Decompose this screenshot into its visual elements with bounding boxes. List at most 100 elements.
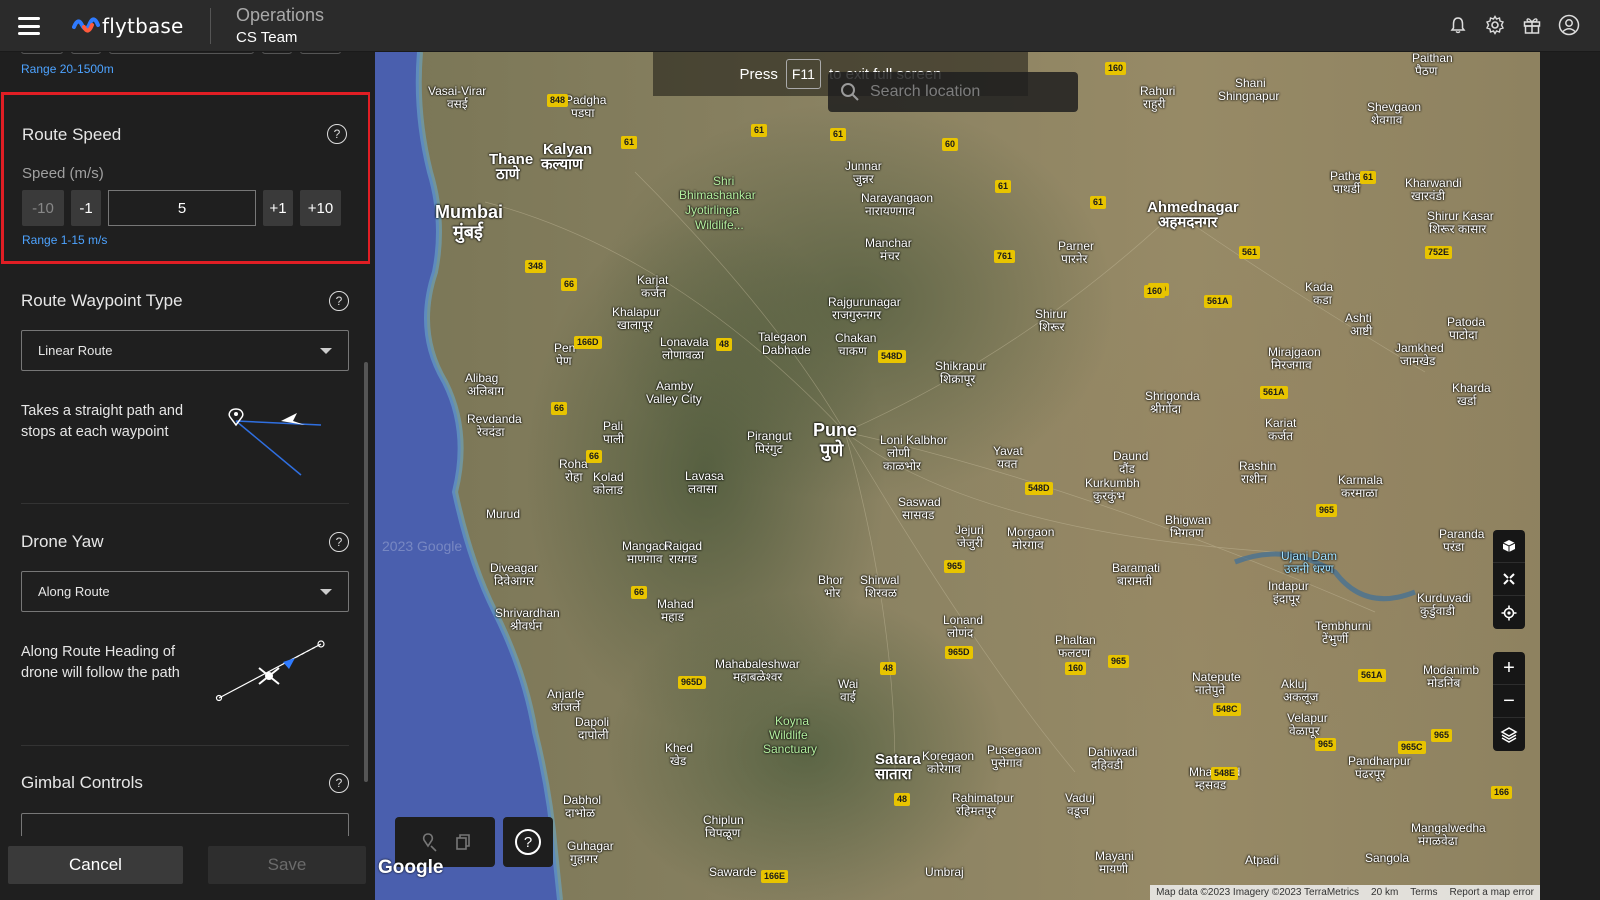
highway-shield: 48 bbox=[716, 338, 733, 351]
map-scale[interactable]: 20 km bbox=[1371, 887, 1398, 898]
team-name[interactable]: CS Team bbox=[236, 29, 297, 46]
zoom-in-button[interactable]: + bbox=[1493, 652, 1525, 685]
gimbal-controls-section: Gimbal Controls ? bbox=[21, 770, 349, 843]
map-label: Jyotirlinga bbox=[685, 203, 740, 217]
map-label: परंडा bbox=[1443, 540, 1465, 554]
highway-shield: 965 bbox=[1316, 504, 1338, 517]
map-label: शेवगाव bbox=[1371, 113, 1403, 127]
copy-icon[interactable] bbox=[455, 833, 471, 851]
altitude-range-text: Range 20-1500m bbox=[21, 62, 114, 76]
layers-icon[interactable] bbox=[1493, 718, 1525, 751]
drone-yaw-help-icon[interactable]: ? bbox=[329, 532, 349, 552]
fit-bounds-icon[interactable] bbox=[1493, 563, 1525, 596]
fullscreen-press-text: Press bbox=[739, 65, 778, 83]
map-label: वसई bbox=[447, 97, 468, 111]
gift-icon[interactable] bbox=[1521, 14, 1543, 36]
map-help-button[interactable]: ? bbox=[503, 817, 553, 867]
highway-shield: 61 bbox=[1090, 196, 1107, 209]
speed-input[interactable]: 5 bbox=[108, 190, 256, 226]
map-label: Umbraj bbox=[925, 865, 964, 879]
map-label: Pune bbox=[813, 420, 858, 440]
highway-shield: 561A bbox=[1358, 669, 1386, 682]
gear-icon[interactable] bbox=[1484, 14, 1506, 36]
speed-minus10-button[interactable]: -10 bbox=[22, 190, 64, 226]
map-label: कल्याण bbox=[541, 156, 583, 173]
map-label: चिपळूण bbox=[705, 826, 741, 840]
speed-plus1-button[interactable]: +1 bbox=[263, 190, 293, 226]
map-label: Atpadi bbox=[1245, 853, 1280, 867]
section-divider bbox=[21, 503, 349, 504]
highway-shield: 66 bbox=[551, 402, 568, 415]
map-label: सासवड bbox=[902, 508, 935, 522]
highway-shield: 160 bbox=[1144, 285, 1166, 298]
map-label: गुहागर bbox=[570, 852, 598, 866]
map-label: चाकण bbox=[838, 344, 867, 358]
map-label: अलिबाग bbox=[467, 384, 505, 398]
waypoint-type-select[interactable]: Linear Route bbox=[21, 330, 349, 371]
highway-shield: 965D bbox=[945, 646, 973, 659]
linear-route-illustration bbox=[228, 408, 322, 476]
drone-yaw-section: Drone Yaw ? Along Route Along Route Head… bbox=[21, 529, 349, 752]
drone-yaw-select[interactable]: Along Route bbox=[21, 571, 349, 612]
map-label: कर्जत bbox=[641, 286, 666, 300]
highway-shield: 752E bbox=[1425, 246, 1453, 259]
map-label: कोलाड bbox=[593, 483, 623, 497]
bell-icon[interactable] bbox=[1447, 14, 1469, 36]
map-label: पाटोदा bbox=[1449, 328, 1478, 342]
zoom-out-button[interactable]: − bbox=[1493, 685, 1525, 718]
waypoint-type-section: Route Waypoint Type ? Linear Route Takes… bbox=[21, 288, 349, 511]
report-map-error-link[interactable]: Report a map error bbox=[1450, 887, 1534, 898]
map-label: लोणावळा bbox=[662, 348, 704, 362]
map-label: शिरूर कासार bbox=[1429, 222, 1487, 236]
map-label: Sangola bbox=[1365, 851, 1410, 865]
map-label: राशीन bbox=[1241, 472, 1267, 486]
map-label: पिरंगुट bbox=[755, 442, 783, 456]
map-label: Sawarde bbox=[709, 865, 757, 879]
highway-shield: 965 bbox=[944, 560, 966, 573]
gimbal-controls-help-icon[interactable]: ? bbox=[329, 773, 349, 793]
add-waypoint-icon[interactable] bbox=[420, 832, 438, 852]
map-label: रेवदंडा bbox=[477, 425, 505, 439]
drone-yaw-selected: Along Route bbox=[38, 584, 110, 599]
highway-shield: 561A bbox=[1260, 386, 1288, 399]
3d-view-icon[interactable] bbox=[1493, 530, 1525, 563]
highway-shield: 761 bbox=[994, 250, 1016, 263]
route-speed-help-icon[interactable]: ? bbox=[327, 124, 347, 144]
map-label: मोडनिंब bbox=[1427, 676, 1461, 690]
waypoint-type-help-icon[interactable]: ? bbox=[329, 291, 349, 311]
search-icon bbox=[841, 83, 859, 101]
cancel-button[interactable]: Cancel bbox=[8, 846, 183, 884]
highway-shield: 561 bbox=[1239, 246, 1261, 259]
map-label: वडूज bbox=[1067, 804, 1089, 818]
menu-icon[interactable] bbox=[18, 17, 40, 35]
map-label: श्रीगोंदा bbox=[1150, 402, 1181, 416]
highway-shield: 160 bbox=[1065, 662, 1087, 675]
save-button[interactable]: Save bbox=[208, 846, 366, 884]
waypoint-type-title: Route Waypoint Type bbox=[21, 291, 183, 310]
map-label: कडा bbox=[1313, 293, 1332, 307]
account-icon[interactable] bbox=[1558, 14, 1580, 36]
search-location-input[interactable] bbox=[870, 83, 1060, 101]
speed-plus10-button[interactable]: +10 bbox=[300, 190, 341, 226]
terms-link[interactable]: Terms bbox=[1410, 887, 1437, 898]
map-label: नारायणगाव bbox=[865, 204, 915, 218]
map-label: दहिवडी bbox=[1091, 758, 1124, 772]
brand-name: flytbase bbox=[102, 14, 184, 38]
locate-icon[interactable] bbox=[1493, 596, 1525, 629]
map-view-controls bbox=[1493, 530, 1525, 629]
map-label: दौंड bbox=[1119, 462, 1135, 476]
highway-shield: 48 bbox=[880, 662, 897, 675]
panel-scrollbar[interactable] bbox=[364, 362, 368, 782]
brand-logo[interactable]: flytbase bbox=[72, 13, 184, 39]
highway-shield: 61 bbox=[830, 128, 847, 141]
map-label: महाड bbox=[661, 610, 685, 624]
highway-shield: 965 bbox=[1315, 738, 1337, 751]
map-label: रहिमतपूर bbox=[956, 804, 997, 818]
highway-shield: 348 bbox=[525, 260, 547, 273]
waypoint-type-description: Takes a straight path and stops at each … bbox=[21, 403, 184, 440]
map-label: शिरवळ bbox=[865, 586, 897, 600]
altitude-stepper-partial bbox=[21, 52, 341, 54]
map-view[interactable]: 2023 Google Mumbai मुंबई Pune पुणे Ahmed… bbox=[375, 52, 1540, 900]
speed-minus1-button[interactable]: -1 bbox=[71, 190, 101, 226]
highway-shield: 965C bbox=[1398, 741, 1426, 754]
